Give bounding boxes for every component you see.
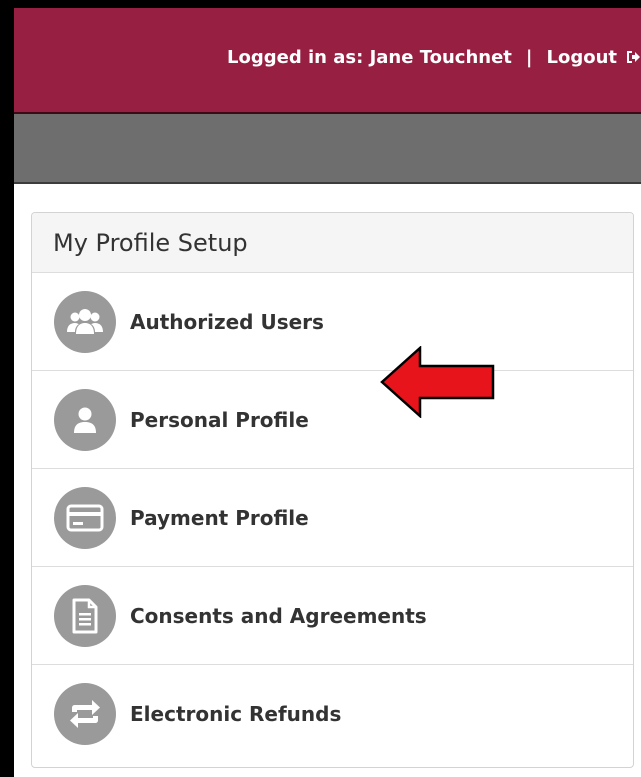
user-icon bbox=[54, 388, 116, 451]
menu-item-label: Authorized Users bbox=[130, 309, 324, 334]
logout-label: Logout bbox=[546, 46, 617, 68]
sub-navigation-bar bbox=[14, 114, 641, 184]
profile-setup-panel: My Profile Setup Authorized Users Person… bbox=[31, 212, 634, 768]
header-bar: Logged in as: Jane Touchnet | Logout bbox=[14, 8, 641, 114]
menu-item-personal-profile[interactable]: Personal Profile bbox=[32, 371, 633, 469]
menu-item-payment-profile[interactable]: Payment Profile bbox=[32, 469, 633, 567]
refresh-icon bbox=[54, 683, 116, 745]
logout-link[interactable]: Logout bbox=[546, 47, 641, 68]
menu-item-label: Consents and Agreements bbox=[130, 603, 427, 628]
sign-out-icon bbox=[627, 51, 640, 63]
menu-item-label: Electronic Refunds bbox=[130, 702, 342, 726]
document-icon bbox=[54, 584, 116, 647]
menu-item-electronic-refunds[interactable]: Electronic Refunds bbox=[32, 665, 633, 763]
red-arrow-annotation bbox=[380, 346, 495, 418]
credit-card-icon bbox=[54, 486, 116, 549]
header-separator: | bbox=[525, 46, 533, 68]
user-strip: Logged in as: Jane Touchnet | Logout bbox=[227, 40, 641, 74]
users-icon bbox=[54, 290, 116, 353]
menu-item-label: Personal Profile bbox=[130, 407, 309, 432]
panel-title: My Profile Setup bbox=[32, 213, 633, 273]
menu-item-label: Payment Profile bbox=[130, 505, 309, 530]
menu-item-consents-agreements[interactable]: Consents and Agreements bbox=[32, 567, 633, 665]
app-frame: Logged in as: Jane Touchnet | Logout My … bbox=[14, 8, 641, 777]
logged-in-text: Logged in as: Jane Touchnet bbox=[227, 46, 512, 68]
menu-item-authorized-users[interactable]: Authorized Users bbox=[32, 273, 633, 371]
